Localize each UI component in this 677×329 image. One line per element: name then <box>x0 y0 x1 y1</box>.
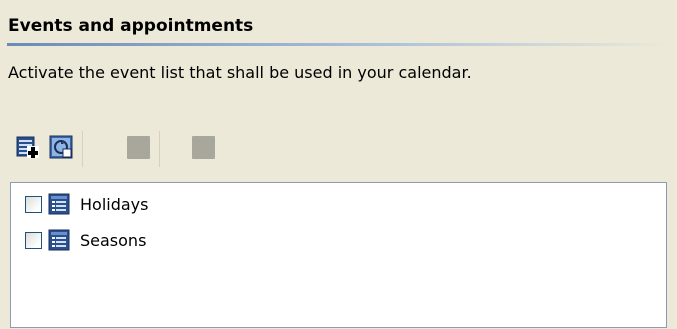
delete-list-button[interactable] <box>189 131 217 163</box>
list-item-label: Seasons <box>80 230 147 250</box>
section-description: Activate the event list that shall be us… <box>8 63 472 82</box>
toolbar-separator <box>159 131 160 167</box>
calendar-list-icon <box>48 193 70 215</box>
import-list-icon <box>49 135 73 159</box>
list-item-seasons[interactable]: Seasons <box>25 228 146 252</box>
event-list-box[interactable]: Holidays Seasons <box>10 182 667 328</box>
list-item-label: Holidays <box>80 194 149 214</box>
list-item-holidays[interactable]: Holidays <box>25 192 148 216</box>
add-list-button[interactable] <box>14 131 42 163</box>
section-underline <box>7 43 669 46</box>
import-list-button[interactable] <box>47 131 75 163</box>
toolbar-separator <box>82 131 83 167</box>
calendar-list-icon <box>48 229 70 251</box>
holidays-checkbox[interactable] <box>25 195 42 213</box>
section-title: Events and appointments <box>8 16 254 36</box>
edit-list-icon <box>126 135 150 159</box>
delete-list-icon <box>191 135 215 159</box>
seasons-checkbox[interactable] <box>25 231 42 249</box>
edit-list-button[interactable] <box>124 131 152 163</box>
add-list-icon <box>16 136 39 158</box>
